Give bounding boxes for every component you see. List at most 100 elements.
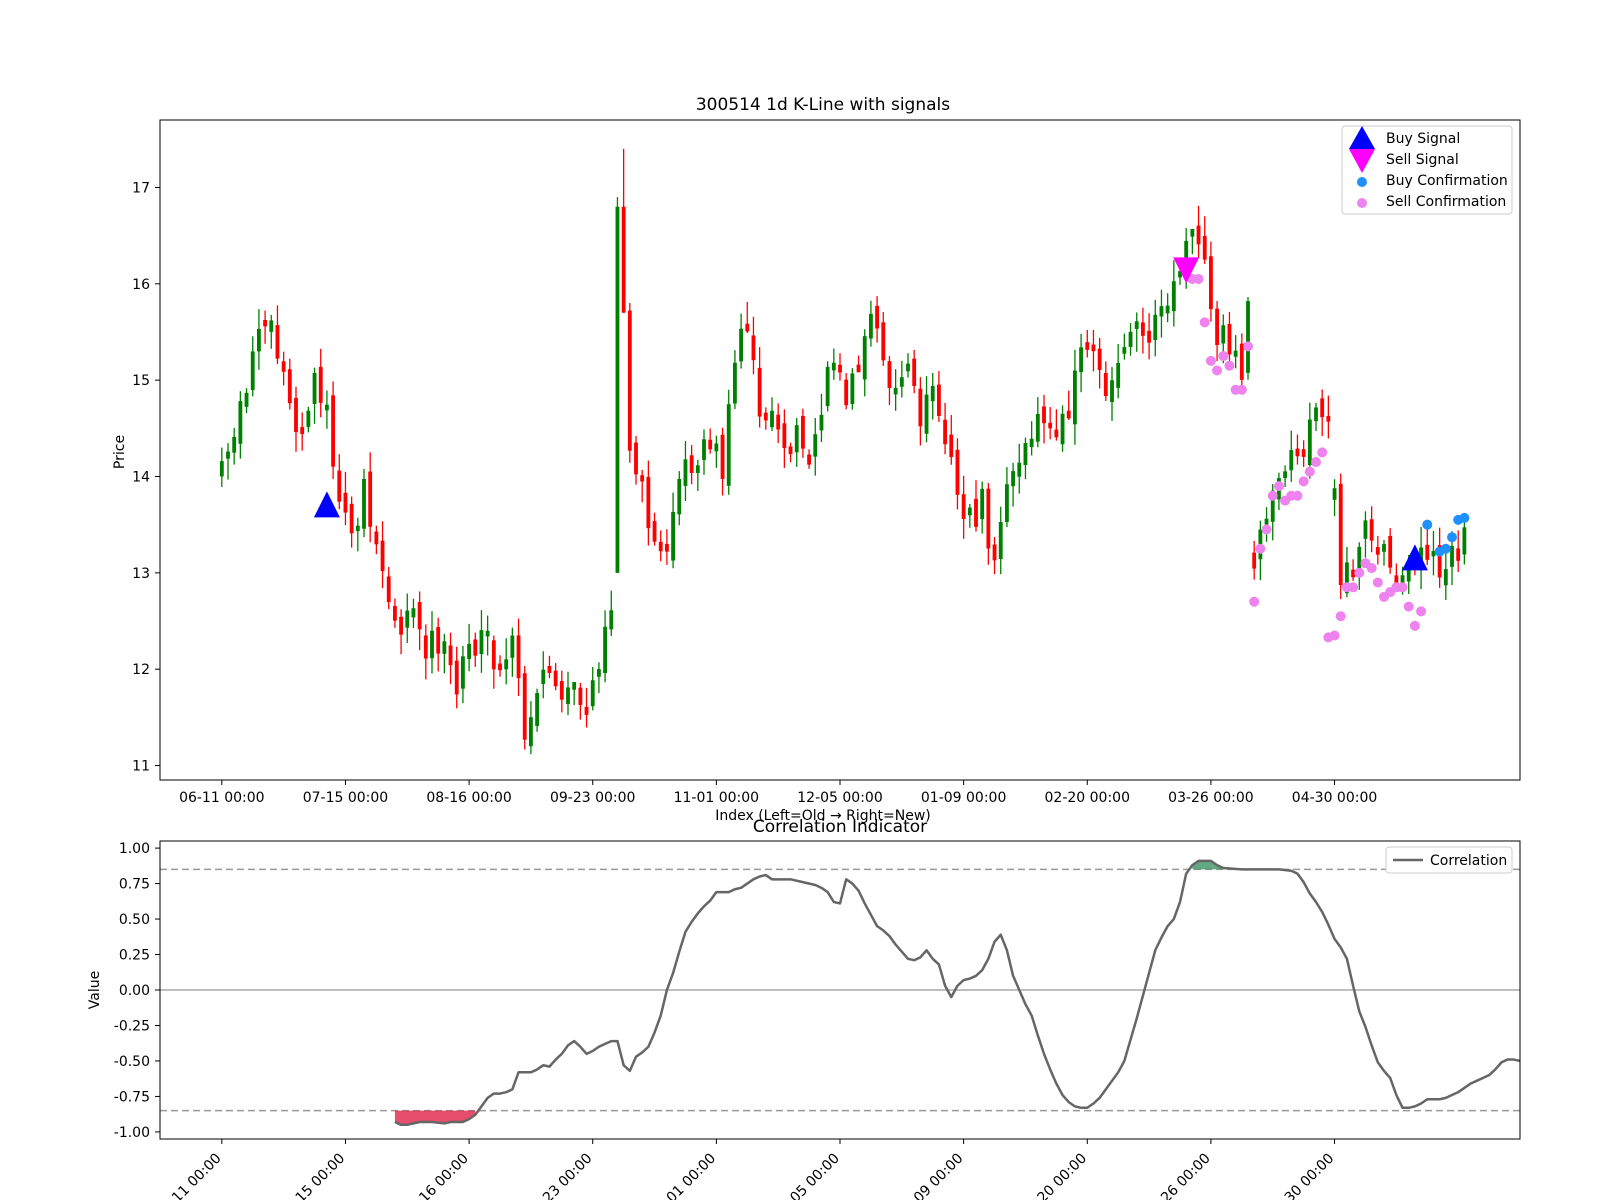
candle-body: [992, 544, 997, 561]
candle-body: [1091, 344, 1096, 352]
kline-y-tick-label: 14: [132, 469, 150, 485]
candle-body: [800, 415, 805, 449]
candle-body: [1456, 548, 1461, 561]
candle-body: [436, 627, 441, 654]
candle-body: [652, 521, 657, 542]
buy-signal-marker: [1401, 544, 1428, 571]
candle-body: [1097, 348, 1102, 371]
candle-body: [331, 395, 336, 467]
sell-confirmation-point: [1267, 490, 1278, 501]
kline-y-tick-label: 17: [132, 180, 150, 196]
candle-body: [1165, 305, 1170, 314]
sell-confirmation-point: [1224, 360, 1235, 371]
correlation-y-tick-label: 0.00: [119, 983, 150, 999]
candle-body: [1264, 518, 1269, 525]
candle-body: [714, 443, 719, 452]
candle-body: [1066, 410, 1071, 419]
candle-body: [1394, 575, 1399, 584]
candle-body: [763, 412, 768, 421]
sell-confirmation-point: [1354, 567, 1365, 578]
kline-marks: [219, 148, 1470, 755]
candle-body: [1147, 330, 1152, 343]
candle-body: [423, 635, 428, 659]
candle-body: [918, 388, 923, 427]
candle-body: [967, 507, 972, 516]
candle-body: [355, 525, 360, 532]
candle-body: [578, 687, 583, 705]
candle-body: [244, 392, 249, 407]
kline-x-tick-label: 04-30 00:00: [1292, 790, 1377, 806]
candle-body: [955, 449, 960, 495]
sell-confirmation-point: [1243, 341, 1253, 352]
candle-body: [634, 442, 638, 475]
candle-body: [485, 630, 490, 637]
candle-body: [1116, 362, 1121, 388]
candle-body: [473, 639, 478, 656]
candle-body: [1382, 544, 1386, 552]
candle-body: [936, 384, 941, 416]
candle-body: [998, 522, 1003, 560]
buy-confirmation-point: [1447, 532, 1457, 543]
candle-body: [417, 602, 422, 630]
sell-confirmation-point: [1292, 490, 1303, 501]
candle-body: [1023, 443, 1028, 466]
candle-body: [226, 451, 230, 459]
sell-confirmation-point: [1372, 577, 1383, 588]
candle-body: [448, 645, 453, 666]
candle-body: [1246, 301, 1250, 373]
candle-body: [1295, 448, 1300, 457]
candle-body: [1122, 347, 1127, 354]
kline-plot-frame: [159, 119, 1521, 781]
candle-body: [868, 313, 873, 339]
correlation-panel: Correlation Indicator Value -1.00 -0.75 -0…: [87, 817, 1521, 1200]
candle-body: [1215, 308, 1220, 346]
buy-confirmation-point: [1440, 543, 1451, 554]
candle-body: [974, 498, 978, 527]
candle-body: [405, 610, 410, 628]
candle-body: [343, 492, 348, 513]
correlation-x-tick-label: 02-20 00:00: [1018, 1151, 1090, 1200]
candle-body: [300, 427, 305, 435]
candle-body: [1233, 350, 1238, 357]
kline-x-tick-label: 11-01 00:00: [674, 790, 759, 806]
sell-confirmation-point: [1273, 481, 1284, 492]
candle-body: [467, 643, 472, 660]
candle-body: [256, 328, 261, 352]
kline-y-tick-label: 15: [132, 373, 150, 389]
candle-body: [287, 369, 292, 404]
candle-body: [739, 328, 744, 362]
candle-body: [232, 436, 237, 453]
candle-body: [887, 361, 892, 388]
candle-body: [281, 361, 286, 372]
candle-body: [615, 206, 620, 573]
correlation-y-tick-label: -1.00: [114, 1125, 150, 1141]
candle-body: [1029, 438, 1034, 448]
legend-sell-confirmation-icon: [1357, 198, 1367, 208]
candle-body: [609, 610, 614, 630]
candle-body: [770, 410, 774, 428]
candle-body: [745, 323, 750, 332]
candle-body: [1301, 449, 1306, 457]
candle-body: [708, 439, 713, 450]
kline-x-tick-label: 06-11 00:00: [179, 790, 264, 806]
candle-body: [1369, 519, 1374, 541]
candle-body: [695, 465, 700, 474]
candle-body: [831, 362, 836, 371]
candle-body: [640, 475, 645, 482]
candle-body: [559, 681, 564, 700]
candle-body: [337, 470, 342, 502]
buy-confirmation-point: [1422, 519, 1433, 530]
candle-body: [1332, 488, 1337, 500]
candle-body: [881, 322, 886, 361]
candle-body: [306, 410, 311, 428]
candle-body: [751, 335, 756, 361]
kline-x-tick-label: 09-23 00:00: [550, 790, 635, 806]
sell-confirmation-point: [1205, 355, 1216, 366]
candle-body: [1227, 323, 1232, 355]
candle-body: [1134, 321, 1139, 329]
sell-confirmation-point: [1249, 596, 1260, 607]
candle-body: [671, 511, 676, 561]
candle-body: [1196, 225, 1201, 245]
candle-body: [1128, 331, 1133, 347]
candle-body: [906, 363, 910, 372]
